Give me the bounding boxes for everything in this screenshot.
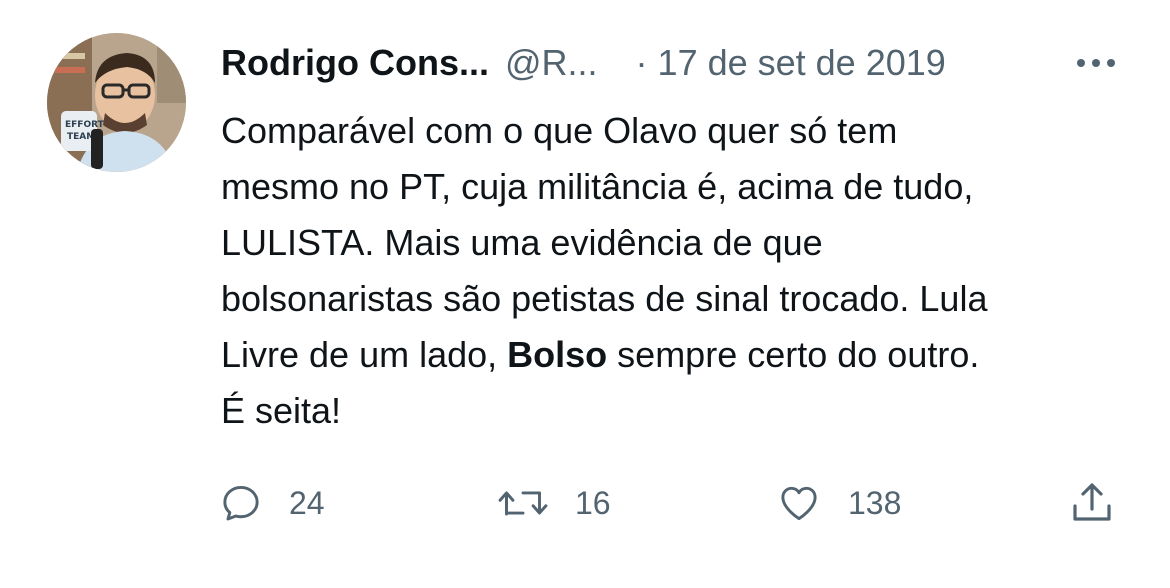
avatar-photo: EFFORT TEAM [47, 33, 186, 172]
avatar[interactable]: EFFORT TEAM [47, 33, 186, 172]
retweet-button[interactable]: 16 [497, 478, 611, 528]
retweet-count: 16 [575, 484, 611, 521]
tweet-text-segment: sempre certo do outro. [607, 334, 980, 375]
tweet-text-line: Livre de um lado, Bolso sempre certo do … [221, 327, 1151, 383]
tweet-text-bold-segment: Bolso [507, 334, 608, 375]
tweet-actions: 24 16 138 [0, 478, 1170, 528]
reply-count: 24 [289, 484, 325, 521]
reply-button[interactable]: 24 [219, 478, 325, 528]
avatar-mug-text: EFFORT [65, 120, 105, 130]
like-button[interactable]: 138 [776, 478, 901, 528]
tweet-text-line: bolsonaristas são petistas de sinal troc… [221, 278, 988, 319]
more-horizontal-icon [1077, 59, 1115, 67]
tweet-header: Rodrigo Cons... @R... · 17 de set de 201… [221, 38, 946, 88]
author-handle[interactable]: @R... [505, 38, 598, 88]
tweet-text-line: mesmo no PT, cuja militância é, acima de… [221, 166, 974, 207]
tweet-text-segment: Livre de um lado, [221, 334, 508, 375]
tweet-text-line: É seita! [221, 390, 342, 431]
tweet-date[interactable]: 17 de set de 2019 [658, 38, 946, 88]
heart-icon [781, 486, 817, 521]
tweet-text-line: Comparável com o que Olavo quer só tem [221, 110, 898, 151]
tweet-text-line: LULISTA. Mais uma evidência de que [221, 222, 823, 263]
reply-icon [223, 485, 259, 521]
tweet-text: Comparável com o que Olavo quer só tem m… [221, 103, 1151, 439]
author-display-name[interactable]: Rodrigo Cons... [221, 38, 489, 88]
share-button[interactable] [1068, 478, 1116, 528]
retweet-icon [498, 491, 548, 516]
meta-separator: · [635, 42, 648, 83]
more-options-button[interactable] [1068, 48, 1124, 78]
tweet: EFFORT TEAM Rodrigo Cons... @R... · 17 d… [0, 0, 1170, 588]
share-icon [1073, 483, 1111, 521]
like-count: 138 [848, 484, 902, 521]
